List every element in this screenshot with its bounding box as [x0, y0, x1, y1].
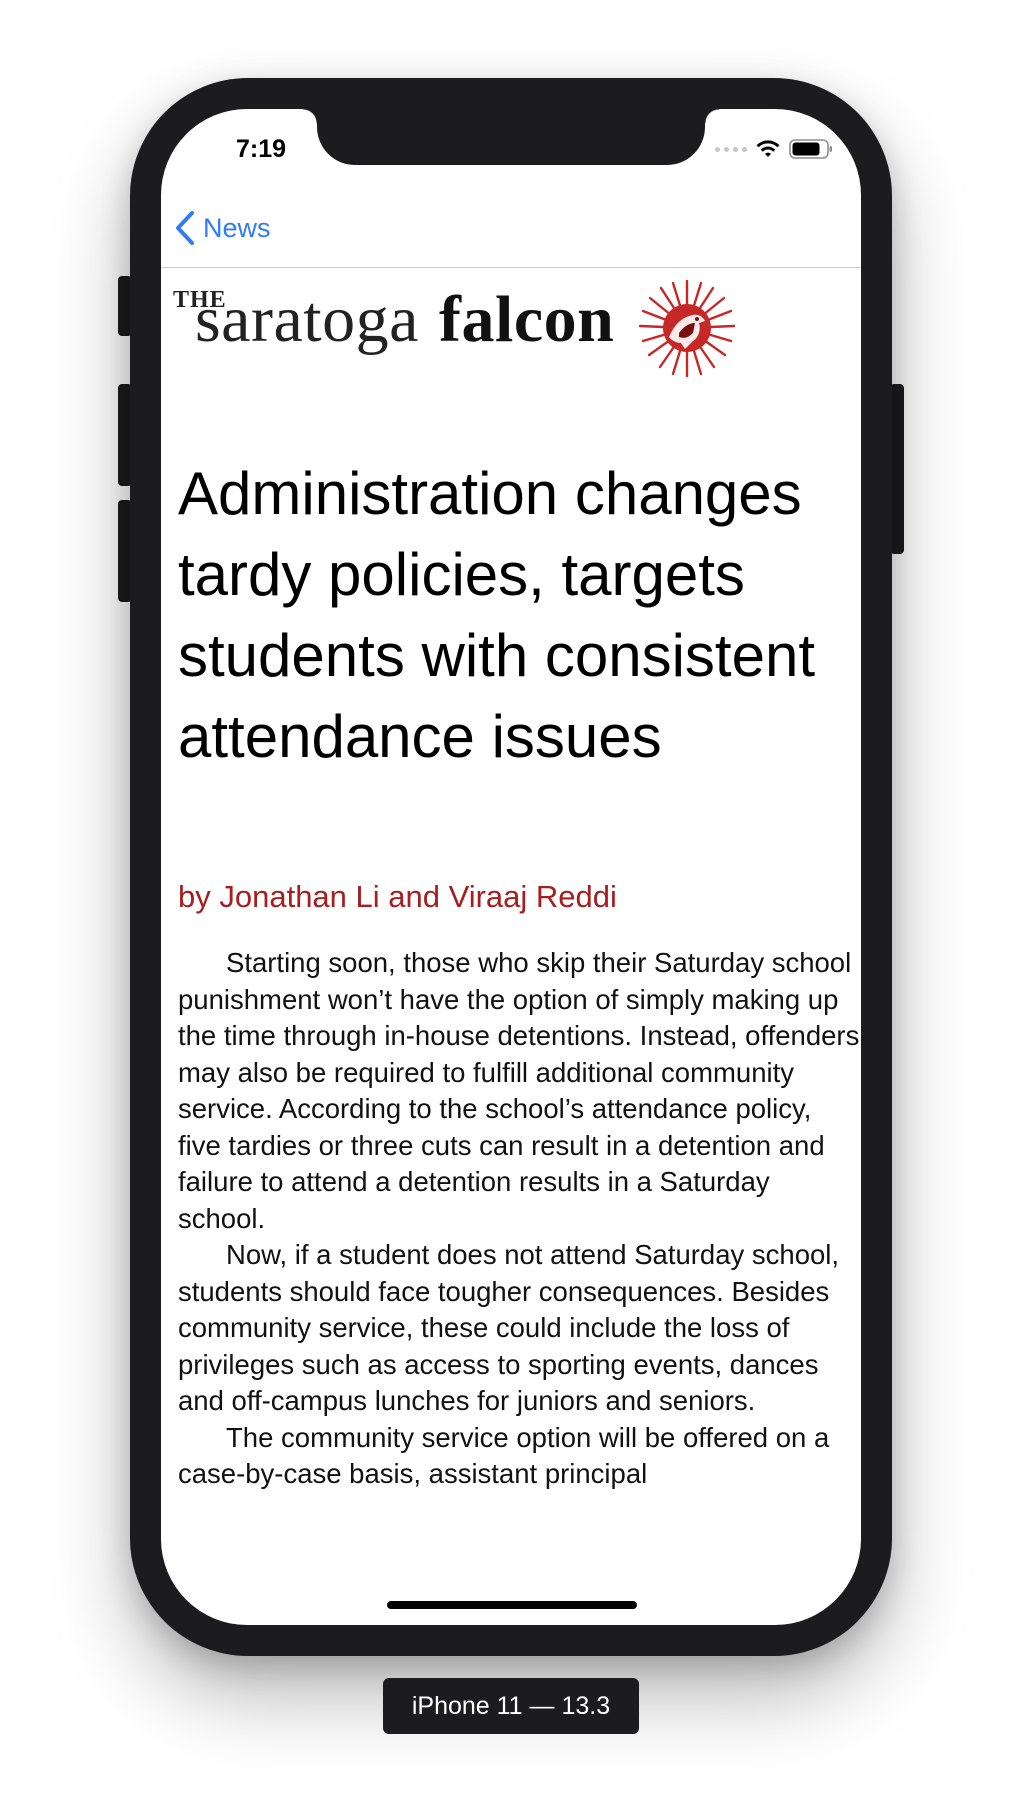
home-indicator[interactable]: [387, 1601, 637, 1609]
masthead-saratoga: saratoga: [195, 283, 419, 356]
notch: [303, 109, 719, 165]
chevron-left-icon: [176, 211, 194, 245]
wifi-icon: [756, 140, 780, 157]
status-icons: [715, 139, 833, 159]
cellular-dots-icon: [715, 146, 747, 152]
side-button: [890, 384, 904, 554]
phone-screen: 7:19 News THE saratoga falcon Administra…: [161, 109, 861, 1625]
article-headline: Administration changes tardy policies, t…: [178, 460, 816, 770]
article-paragraph: Now, if a student does not attend Saturd…: [178, 1239, 840, 1416]
battery-icon: [789, 139, 832, 159]
masthead-logo: THE saratoga falcon: [173, 279, 735, 379]
article-body: Starting soon, those who skip their Satu…: [178, 945, 860, 1493]
status-time: 7:19: [235, 135, 287, 163]
back-button-label: News: [203, 212, 271, 243]
masthead-falcon: falcon: [439, 283, 615, 356]
article-byline: by Jonathan Li and Viraaj Reddi: [178, 879, 617, 914]
simulator-device-label: iPhone 11 — 13.3: [383, 1678, 639, 1734]
article-paragraph: Starting soon, those who skip their Satu…: [178, 947, 860, 1234]
navigation-bar: News: [161, 189, 861, 268]
back-button[interactable]: News: [175, 211, 271, 245]
simulator-stage: 7:19 News THE saratoga falcon Administra…: [0, 0, 1022, 1806]
article-paragraph: The community service option will be off…: [178, 1421, 830, 1490]
falcon-emblem-icon: [639, 279, 735, 377]
